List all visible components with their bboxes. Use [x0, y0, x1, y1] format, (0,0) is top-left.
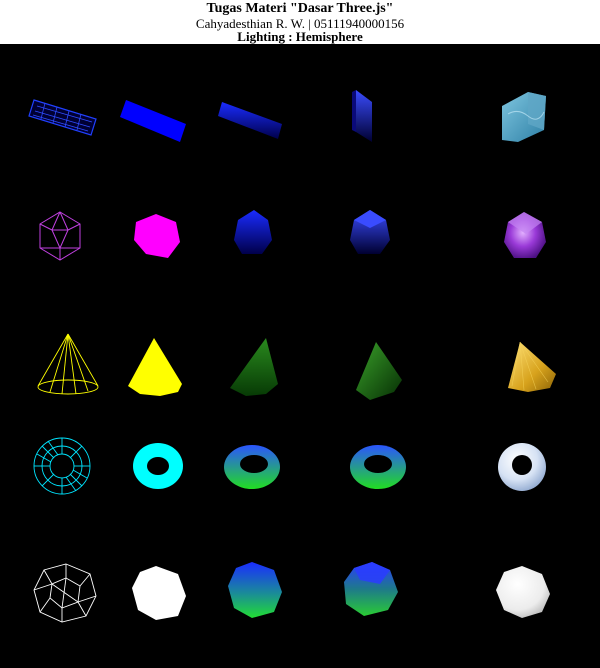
- dodecahedron-wireframe: [33, 563, 97, 623]
- icosahedron-lambert: [234, 210, 272, 254]
- box-phong: [352, 90, 372, 142]
- page-title: Tugas Materi "Dasar Three.js": [206, 1, 394, 16]
- cone-phong: [356, 342, 402, 400]
- torus-basic: [133, 443, 183, 489]
- page-header: Tugas Materi "Dasar Three.js" Cahyadesth…: [0, 0, 600, 44]
- torus-wireframe: [33, 437, 91, 495]
- dodecahedron-lambert: [228, 562, 282, 618]
- torus-lambert: [224, 445, 280, 489]
- box-lambert: [218, 102, 282, 139]
- cone-lambert: [230, 338, 278, 396]
- box-textured: [502, 92, 546, 142]
- torus-phong: [350, 445, 406, 489]
- box-basic: [120, 100, 186, 142]
- torus-textured: [498, 443, 546, 491]
- icosahedron-textured: [504, 212, 546, 258]
- cone-textured: [508, 341, 556, 392]
- icosahedron-phong: [350, 210, 390, 254]
- cone-basic: [128, 338, 182, 396]
- lighting-label: Lighting : Hemisphere: [237, 29, 363, 44]
- cone-wireframe: [37, 333, 99, 395]
- dodecahedron-textured: [496, 566, 550, 618]
- icosahedron-basic: [134, 214, 180, 258]
- box-wireframe: [28, 99, 97, 136]
- icosahedron-wireframe: [39, 211, 81, 261]
- dodecahedron-phong: [344, 562, 398, 616]
- dodecahedron-basic: [132, 566, 186, 620]
- threejs-canvas[interactable]: [0, 44, 600, 668]
